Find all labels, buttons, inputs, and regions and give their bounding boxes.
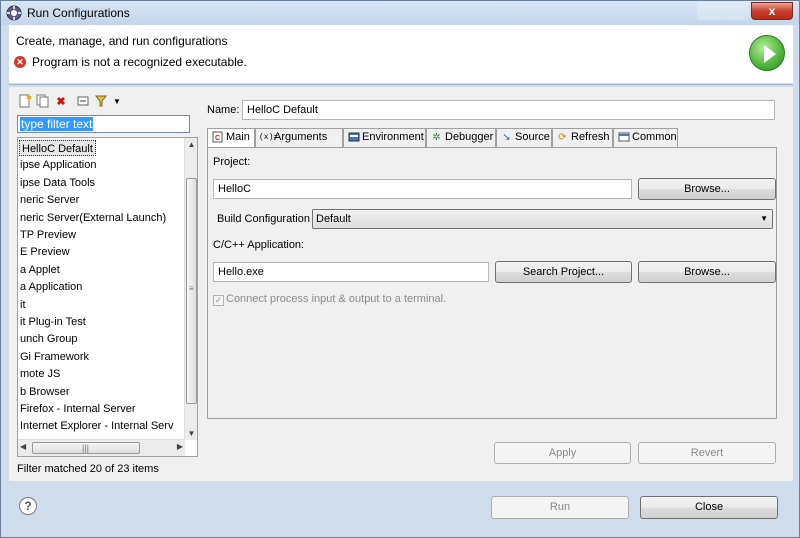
name-label: Name: [207,104,240,116]
tree-vertical-scrollbar[interactable]: ▲ ≡ ▼ [184,138,197,440]
build-config-value: Default [316,213,351,225]
tab-arguments-label: Arguments [274,131,328,143]
tab-source[interactable]: ↘ Source [496,128,552,147]
svg-text:✱: ✱ [26,94,32,102]
build-config-label: Build Configuration [217,213,310,225]
scroll-thumb[interactable]: ≡ [186,178,197,404]
help-icon[interactable]: ? [19,497,37,515]
tab-common-label: Common [632,131,677,143]
tab-arguments[interactable]: (x)= Arguments [255,128,343,147]
project-label: Project: [213,156,251,168]
project-field[interactable]: HelloC [213,179,632,199]
configuration-tree[interactable]: HelloC Default ipse Application ipse Data … [17,137,198,457]
common-icon [617,131,630,144]
environment-icon [347,131,360,144]
name-field[interactable]: HelloC Default [242,100,775,120]
minimize-button[interactable] [697,2,723,20]
tree-item[interactable]: neric Server(External Launch) [20,210,166,226]
tree-item[interactable]: unch Group [20,331,77,347]
maximize-button[interactable] [723,2,749,20]
tab-refresh[interactable]: ⟳ Refresh [552,128,613,147]
window-close-button[interactable]: x [751,2,793,20]
title-bar: Run Configurations x [1,1,799,25]
revert-button[interactable]: Revert [638,442,776,464]
configuration-list-pane: ✱ ✖ ▼ type filter text HelloC Default ips… [13,91,199,481]
horizontal-scroll-thumb[interactable]: ||| [32,442,140,454]
tree-item[interactable]: E Preview [20,244,70,260]
tree-item[interactable]: Gi Framework [20,349,89,365]
run-button[interactable]: Run [491,496,629,519]
tree-item[interactable]: Firefox - Internal Server [20,401,136,417]
filter-input-text: type filter text [20,117,94,131]
dialog-body: ✱ ✖ ▼ type filter text HelloC Default ips… [9,87,793,481]
chevron-down-icon: ▼ [760,214,768,223]
tab-common[interactable]: Common [613,128,678,147]
tree-item[interactable]: a Application [20,279,82,295]
connect-terminal-label: Connect process input & output to a term… [226,293,447,305]
apply-button[interactable]: Apply [494,442,631,464]
tree-item[interactable]: neric Server [20,192,79,208]
scroll-left-arrow-icon[interactable]: ◀ [20,442,26,451]
source-icon: ↘ [502,132,511,143]
browse-app-button[interactable]: Browse... [638,261,776,283]
svg-text:C: C [215,135,220,142]
header-separator [9,84,793,85]
tree-item[interactable]: b Browser [20,384,70,400]
build-config-select[interactable]: Default ▼ [312,209,773,229]
dialog-header: Create, manage, and run configurations ✕… [9,25,793,83]
tab-main-label: Main [226,131,250,143]
scroll-up-arrow-icon[interactable]: ▲ [185,138,197,151]
tab-environment[interactable]: Environment [343,128,426,147]
duplicate-config-icon[interactable] [35,94,51,110]
tab-refresh-label: Refresh [571,131,610,143]
arguments-icon: (x)= [259,133,279,142]
filter-config-icon[interactable] [93,94,109,110]
tree-item[interactable]: ipse Application [20,157,96,173]
filter-status: Filter matched 20 of 23 items [17,463,159,475]
tab-environment-label: Environment [362,131,424,143]
tab-source-label: Source [515,131,550,143]
tab-debugger-label: Debugger [445,131,494,143]
tree-item[interactable]: Internet Explorer - Internal Serv [20,418,173,434]
tree-item-selected[interactable]: HelloC Default [19,140,96,156]
bug-icon: ✲ [432,132,441,143]
new-config-icon[interactable]: ✱ [17,94,33,110]
app-field[interactable]: Hello.exe [213,262,489,282]
search-project-button[interactable]: Search Project... [495,261,632,283]
tree-item[interactable]: TP Preview [20,227,76,243]
header-description: Create, manage, and run configurations [16,34,228,48]
refresh-icon: ⟳ [558,132,567,143]
scroll-down-arrow-icon[interactable]: ▼ [185,427,197,440]
run-configurations-dialog: Run Configurations x Create, manage, and… [0,0,800,538]
main-tab-content: Project: HelloC Browse... Build Configur… [207,147,777,419]
config-toolbar: ✱ ✖ ▼ [15,93,197,111]
filter-input[interactable]: type filter text [17,115,190,133]
view-menu-chevron-down-icon[interactable]: ▼ [109,94,125,110]
scroll-right-arrow-icon[interactable]: ▶ [177,442,183,451]
tree-item[interactable]: a Applet [20,262,60,278]
tree-item[interactable]: ipse Data Tools [20,175,95,191]
config-tabs: C Main (x)= Arguments Environment ✲ Debu [207,128,777,148]
tree-item[interactable]: mote JS [20,366,60,382]
error-icon: ✕ [14,56,26,68]
c-file-icon: C [211,131,224,144]
window-title: Run Configurations [27,6,130,20]
tab-debugger[interactable]: ✲ Debugger [426,128,496,147]
tree-item[interactable]: it [20,297,26,313]
browse-project-button[interactable]: Browse... [638,178,776,200]
delete-config-icon[interactable]: ✖ [53,94,69,110]
eclipse-icon [6,5,22,21]
tree-item[interactable]: it Plug-in Test [20,314,86,330]
tab-main[interactable]: C Main [207,128,255,148]
connect-terminal-checkbox[interactable]: ✓ [213,295,224,306]
configuration-editor: Name: HelloC Default C Main (x)= Argumen… [205,91,793,481]
run-banner-icon [749,35,785,71]
close-button[interactable]: Close [640,496,778,519]
collapse-all-icon[interactable] [75,94,91,110]
app-label: C/C++ Application: [213,239,305,251]
tree-horizontal-scrollbar[interactable]: ◀ ||| ▶ [18,439,185,456]
error-message: Program is not a recognized executable. [32,55,247,69]
